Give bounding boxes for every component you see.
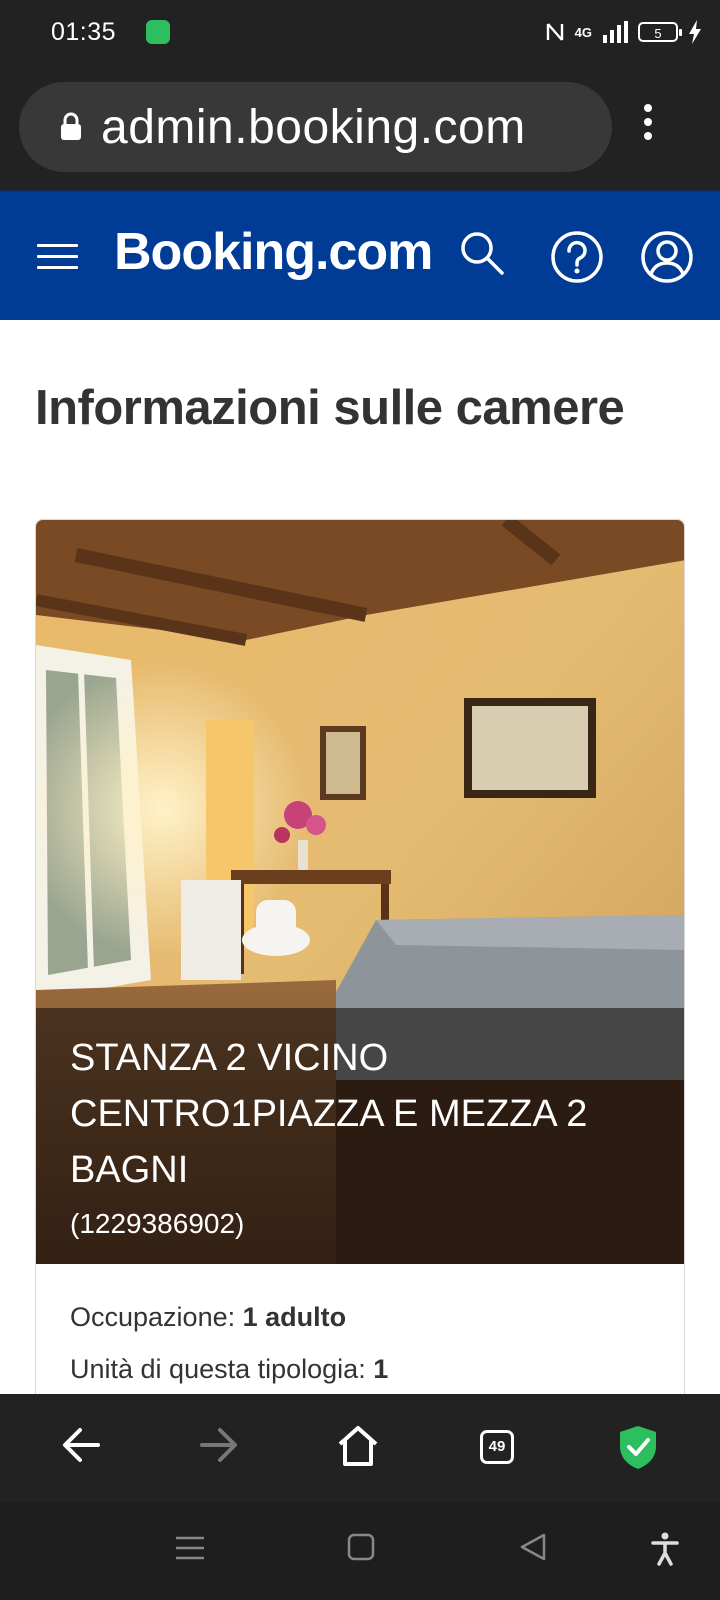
browser-menu-button[interactable] bbox=[640, 104, 656, 148]
battery-icon: 5 bbox=[638, 22, 682, 42]
browser-bottom-nav: 49 bbox=[0, 1394, 720, 1502]
room-id: (1229386902) bbox=[70, 1208, 245, 1239]
account-icon[interactable] bbox=[640, 230, 694, 284]
lock-icon bbox=[61, 112, 81, 140]
room-name[interactable]: STANZA 2 VICINO CENTRO1PIAZZA E MEZZA 2 … bbox=[70, 1030, 650, 1198]
units-label: Unità di questa tipologia: bbox=[70, 1354, 366, 1384]
site-header: Booking.com bbox=[0, 190, 720, 320]
url-text[interactable]: admin.booking.com bbox=[101, 100, 526, 155]
occupancy-label: Occupazione: bbox=[70, 1302, 236, 1332]
back-icon[interactable] bbox=[60, 1424, 102, 1466]
network-type: 4G bbox=[574, 24, 592, 40]
units-row: Unità di questa tipologia: 1 bbox=[70, 1354, 388, 1385]
search-icon[interactable] bbox=[458, 229, 506, 277]
nfc-icon bbox=[546, 23, 563, 41]
charging-icon bbox=[689, 20, 701, 44]
address-bar[interactable]: admin.booking.com bbox=[19, 82, 612, 172]
menu-icon[interactable] bbox=[37, 244, 78, 270]
page-title: Informazioni sulle camere bbox=[35, 381, 625, 435]
occupancy-row: Occupazione: 1 adulto bbox=[70, 1302, 346, 1333]
tabs-icon[interactable]: 49 bbox=[480, 1430, 514, 1464]
shield-icon[interactable] bbox=[618, 1424, 658, 1470]
occupancy-value: 1 adulto bbox=[242, 1302, 347, 1332]
recents-icon[interactable] bbox=[174, 1532, 206, 1564]
units-value: 1 bbox=[373, 1354, 389, 1384]
status-time: 01:35 bbox=[51, 18, 117, 46]
booking-logo[interactable]: Booking.com bbox=[114, 222, 433, 282]
system-navigation-bar bbox=[0, 1502, 720, 1600]
triangle-back-icon[interactable] bbox=[518, 1532, 548, 1562]
browser-toolbar: admin.booking.com bbox=[0, 66, 720, 190]
signal-icon bbox=[603, 21, 628, 43]
battery-saver-icon bbox=[146, 20, 170, 44]
forward-icon[interactable] bbox=[198, 1424, 240, 1466]
status-bar: 01:35 4G 5 bbox=[0, 0, 720, 66]
help-icon[interactable] bbox=[550, 230, 604, 284]
status-indicators: 4G 5 bbox=[545, 16, 702, 48]
room-card[interactable]: STANZA 2 VICINO CENTRO1PIAZZA E MEZZA 2 … bbox=[35, 519, 685, 1419]
accessibility-icon[interactable] bbox=[650, 1532, 680, 1566]
home-icon[interactable] bbox=[336, 1424, 380, 1468]
square-icon[interactable] bbox=[346, 1532, 376, 1562]
